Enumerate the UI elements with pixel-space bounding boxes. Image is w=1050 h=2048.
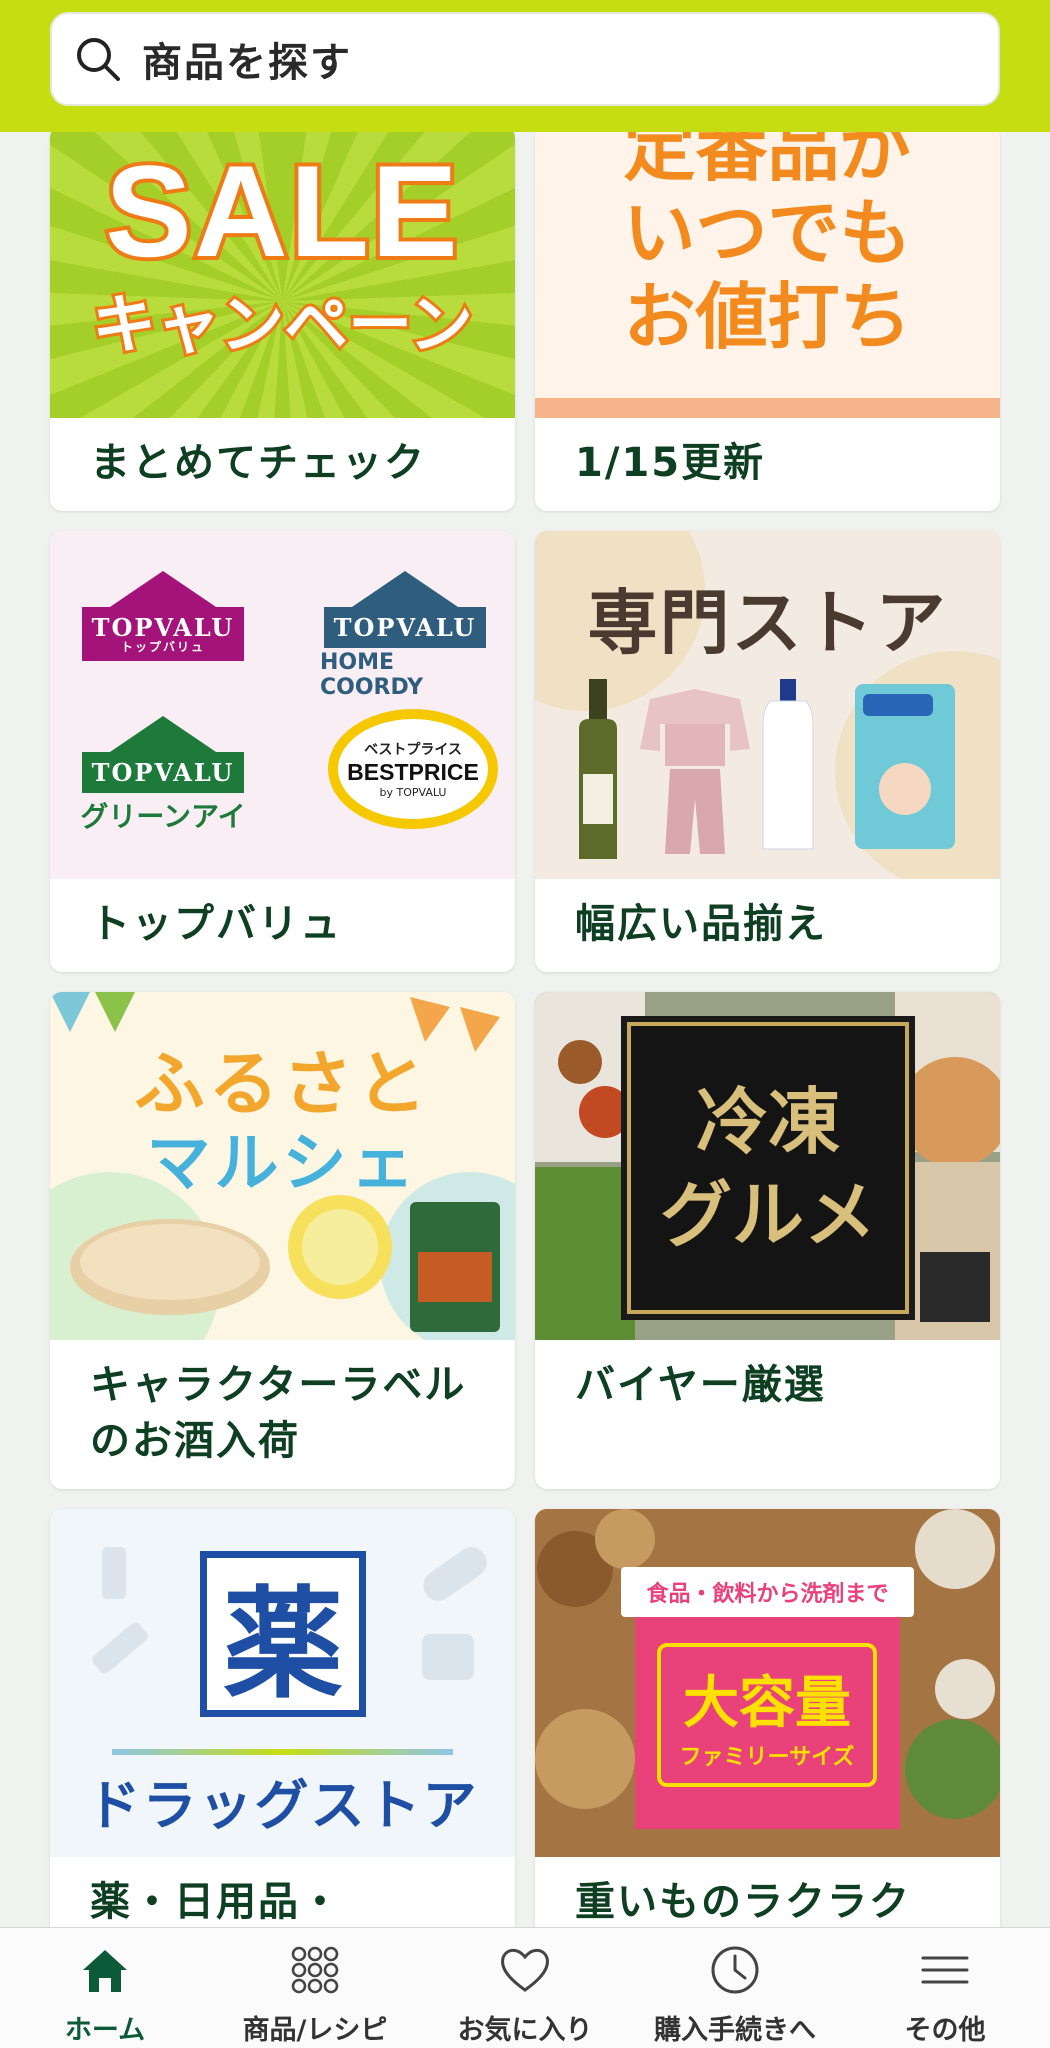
card-label: トップバリュ	[90, 901, 342, 948]
topvalu-green-eye-logo: TOPVALU グリーンアイ	[78, 716, 248, 836]
drugstore-banner-image: 薬 ドラッグストア	[50, 1508, 515, 1857]
card-label: 1/15更新	[575, 440, 766, 486]
banner-card-sale[interactable]: SALE キャンペーン まとめてチェック	[50, 132, 515, 512]
bestprice-top-text: ベストプライス	[364, 742, 462, 759]
sale-subtitle: キャンペーン	[89, 286, 476, 366]
clock-icon	[711, 1946, 759, 1994]
card-label: キャラクターラベルのお酒入荷	[90, 1362, 467, 1464]
banner-card-bulk[interactable]: 食品・飲料から洗剤まで 大容量 ファミリーサイズ 重いものラクラク	[535, 1508, 1000, 1927]
frozen-gourmet-line-1: 冷凍	[695, 1078, 840, 1164]
medicine-kanji-logo: 薬	[200, 1550, 366, 1717]
card-label: 重いものラクラク	[575, 1878, 911, 1925]
nav-label-products: 商品/レシピ	[242, 2015, 388, 2046]
frozen-gourmet-plate: 冷凍 グルメ	[627, 1022, 909, 1315]
nav-label-home: ホーム	[64, 2015, 146, 2046]
banner-card-frozen-gourmet[interactable]: 冷凍 グルメ バイヤー厳選	[535, 992, 1000, 1489]
topvalu-home-coordy-logo: TOPVALU HOME COORDY	[320, 571, 490, 700]
frozen-gourmet-banner-image: 冷凍 グルメ	[535, 992, 1000, 1341]
home-icon	[83, 1950, 127, 1992]
search-icon	[77, 38, 120, 81]
card-label: まとめてチェック	[90, 440, 426, 486]
topvalu-brand-2: TOPVALU	[323, 607, 487, 649]
frozen-gourmet-line-2: グルメ	[659, 1172, 876, 1258]
card-label: 薬・日用品・	[90, 1878, 342, 1925]
nav-label-favorites: お気に入り	[457, 2015, 593, 2046]
furusato-banner-image: ふるさと マルシェ	[50, 992, 515, 1341]
main-content: SALE キャンペーン まとめてチェック 定番品が いつでも お値打ち 1/15…	[0, 132, 1050, 1927]
regular-price-line-2: いつでも	[623, 191, 912, 275]
topvalu-logo: TOPVALU トップバリュ	[78, 571, 248, 691]
app-header: 商品を探す	[0, 0, 1050, 132]
bulk-small-text: ファミリーサイズ	[679, 1745, 855, 1771]
menu-icon	[921, 1956, 969, 1984]
banner-card-drugstore[interactable]: 薬 ドラッグストア 薬・日用品・	[50, 1508, 515, 1927]
banner-card-furusato[interactable]: ふるさと マルシェ キャラクターラベルのお酒入荷	[50, 992, 515, 1489]
home-coordy-text: HOME COORDY	[320, 650, 424, 701]
regular-price-banner-image: 定番品が いつでも お値打ち	[535, 132, 1000, 418]
banner-card-specialty-store[interactable]: 専門ストア 幅広い品揃え	[535, 531, 1000, 973]
search-bar[interactable]: 商品を探す	[50, 12, 1000, 106]
furusato-title-line-2: マルシェ	[146, 1127, 419, 1202]
nav-item-products-recipes[interactable]: 商品/レシピ	[210, 1928, 420, 2048]
regular-price-line-3: お値打ち	[623, 275, 912, 359]
grid-icon	[291, 1946, 339, 1994]
sale-title: SALE	[101, 134, 462, 288]
search-placeholder: 商品を探す	[142, 40, 352, 86]
regular-price-line-1: 定番品が	[623, 132, 912, 191]
specialty-store-title: 専門ストア	[587, 582, 948, 665]
nav-item-other[interactable]: その他	[840, 1928, 1050, 2048]
green-eye-text: グリーンアイ	[80, 800, 246, 834]
nav-item-home[interactable]: ホーム	[0, 1928, 210, 2048]
bestprice-bottom-text: by TOPVALU	[379, 786, 447, 800]
nav-item-checkout[interactable]: 購入手続きへ	[630, 1928, 840, 2048]
card-label: バイヤー厳選	[575, 1362, 826, 1409]
nav-label-checkout: 購入手続きへ	[654, 2015, 816, 2046]
bulk-banner-image: 食品・飲料から洗剤まで 大容量 ファミリーサイズ	[535, 1508, 1000, 1857]
nav-label-other: その他	[904, 2015, 986, 2046]
nav-item-favorites[interactable]: お気に入り	[420, 1928, 630, 2048]
product-illustration	[579, 679, 955, 860]
sale-banner-image: SALE キャンペーン	[50, 132, 515, 418]
heart-icon	[501, 1948, 549, 1992]
bottom-nav: ホーム 商品/レシピ お気に入り 購入手続きへ その他	[0, 1927, 1050, 2048]
specialty-store-banner-image: 専門ストア	[535, 531, 1000, 880]
bestprice-brand: BESTPRICE	[347, 759, 479, 786]
banner-card-regular-price[interactable]: 定番品が いつでも お値打ち 1/15更新	[535, 132, 1000, 512]
card-label: 幅広い品揃え	[575, 901, 827, 948]
bulk-big-text: 大容量	[683, 1671, 851, 1737]
drugstore-title: ドラッグストア	[86, 1773, 479, 1837]
bulk-top-text: 食品・飲料から洗剤まで	[621, 1566, 914, 1617]
topvalu-brand-3: TOPVALU	[81, 752, 245, 794]
bulk-badge: 大容量 ファミリーサイズ	[657, 1642, 877, 1787]
topvalu-banner-image: TOPVALU トップバリュ TOPVALU HOME COORDY TOPVA…	[50, 531, 515, 880]
banner-card-topvalu[interactable]: TOPVALU トップバリュ TOPVALU HOME COORDY TOPVA…	[50, 531, 515, 973]
banner-grid: SALE キャンペーン まとめてチェック 定番品が いつでも お値打ち 1/15…	[50, 132, 1000, 1927]
bestprice-logo: ベストプライス BESTPRICE by TOPVALU	[328, 709, 498, 830]
